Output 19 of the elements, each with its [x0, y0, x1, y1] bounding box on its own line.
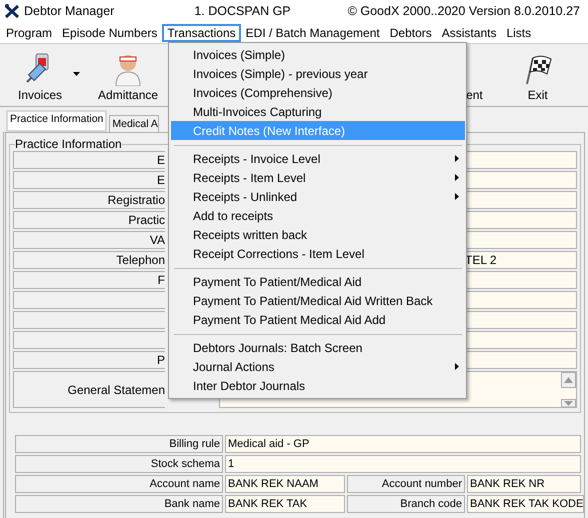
field-label: Practic [13, 211, 165, 229]
group-title: Practice Information [15, 137, 122, 151]
window-title: Debtor Manager [24, 4, 114, 18]
field-label: Branch code [347, 495, 465, 513]
field-label: VA [13, 231, 165, 249]
field-label: Billing rule [15, 435, 223, 453]
field-label: Stock schema [15, 455, 223, 473]
field-label: Account name [15, 475, 223, 493]
field-label: Telephon [13, 251, 165, 269]
copyright-text: © GoodX 2000..2020 Version 8.0.2010.27 [348, 4, 580, 18]
field-label: General Statemen [13, 371, 165, 408]
field-label: Account number [347, 475, 465, 493]
document-name: 1. DOCSPAN GP [194, 4, 291, 18]
field-label: Bank name [15, 495, 223, 513]
field-label: E [13, 171, 165, 189]
field-label: P [13, 351, 165, 369]
field-label: F [13, 271, 165, 289]
field-label: Registratio [13, 191, 165, 209]
field-label: E [13, 151, 165, 169]
